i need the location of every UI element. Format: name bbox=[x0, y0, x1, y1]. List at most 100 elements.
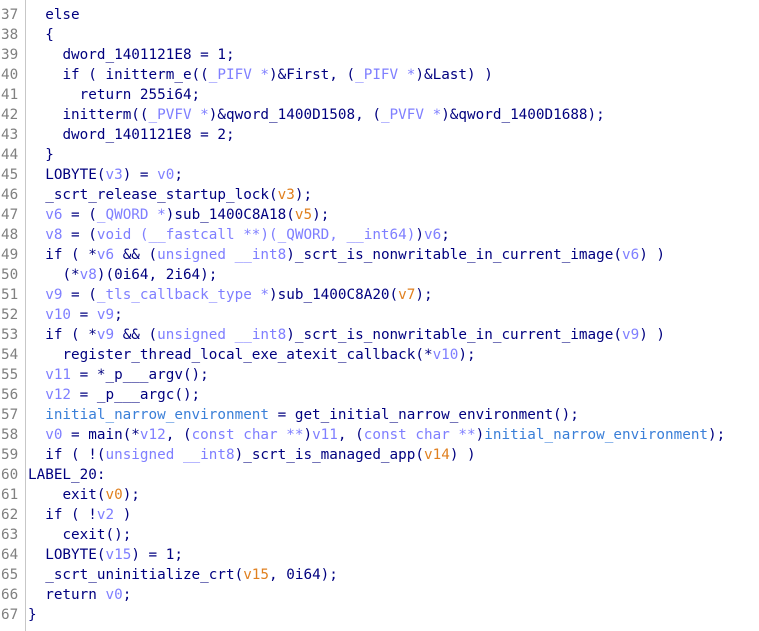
code-line[interactable]: 41 return 255i64; bbox=[0, 85, 759, 105]
code-token[interactable]: unsigned __int8 bbox=[157, 327, 286, 343]
code-line[interactable]: 59 if ( !(unsigned __int8)_scrt_is_manag… bbox=[0, 445, 759, 465]
code-line[interactable]: 65 _scrt_uninitialize_crt(v15, 0i64); bbox=[0, 565, 759, 585]
code-token[interactable]: v6 bbox=[97, 247, 114, 263]
code-token[interactable]: initial_narrow_environment bbox=[45, 407, 269, 423]
code-line[interactable]: 58 v0 = main(*v12, (const char **)v11, (… bbox=[0, 425, 759, 445]
code-token: ; bbox=[122, 587, 132, 603]
code-token[interactable]: v6 bbox=[622, 247, 639, 263]
code-token: if ( * bbox=[45, 247, 97, 263]
code-token[interactable]: v11 bbox=[312, 427, 338, 443]
code-token[interactable]: v3 bbox=[278, 187, 295, 203]
code-token[interactable]: v9 bbox=[97, 327, 114, 343]
code-line[interactable]: 51 v9 = (_tls_callback_type *)sub_1400C8… bbox=[0, 285, 759, 305]
code-line[interactable]: 49 if ( *v6 && (unsigned __int8)_scrt_is… bbox=[0, 245, 759, 265]
code-line[interactable]: 56 v12 = _p___argc(); bbox=[0, 385, 759, 405]
code-line[interactable]: 44 } bbox=[0, 145, 759, 165]
code-line[interactable]: 61 exit(v0); bbox=[0, 485, 759, 505]
code-line[interactable]: 60 LABEL_20: bbox=[0, 465, 759, 485]
code-token[interactable]: _QWORD * bbox=[97, 207, 166, 223]
code-line[interactable]: 64 LOBYTE(v15) = 1; bbox=[0, 545, 759, 565]
code-line[interactable]: 66 return v0; bbox=[0, 585, 759, 605]
code-token: ); bbox=[294, 187, 313, 203]
code-token: return bbox=[45, 587, 106, 603]
code-text: v10 = v9; bbox=[28, 305, 122, 325]
code-token[interactable]: v15 bbox=[243, 567, 269, 583]
code-token[interactable]: v5 bbox=[295, 207, 312, 223]
code-line[interactable]: 54 register_thread_local_exe_atexit_call… bbox=[0, 345, 759, 365]
code-token[interactable]: v14 bbox=[424, 447, 450, 463]
line-number: 49 bbox=[1, 247, 19, 263]
code-token[interactable]: _PVFV * bbox=[381, 107, 441, 123]
code-token[interactable]: v7 bbox=[398, 287, 415, 303]
code-line[interactable]: 55 v11 = *_p___argv(); bbox=[0, 365, 759, 385]
code-token[interactable]: v8 bbox=[45, 227, 62, 243]
code-token[interactable]: v6 bbox=[424, 227, 441, 243]
code-line[interactable]: 63 cexit(); bbox=[0, 525, 759, 545]
code-line[interactable]: 52 v10 = v9; bbox=[0, 305, 759, 325]
code-token[interactable]: unsigned __int8 bbox=[105, 447, 234, 463]
code-line[interactable]: 47 v6 = (_QWORD *)sub_1400C8A18(v5); bbox=[0, 205, 759, 225]
code-text: v8 = (void (__fastcall **)(_QWORD, __int… bbox=[28, 225, 450, 245]
code-line[interactable]: 46 _scrt_release_startup_lock(v3); bbox=[0, 185, 759, 205]
code-token[interactable]: v12 bbox=[45, 387, 71, 403]
code-text: LOBYTE(v3) = v0; bbox=[28, 165, 183, 185]
code-line[interactable]: 42 initterm((_PVFV *)&qword_1400D1508, (… bbox=[0, 105, 759, 125]
code-listing[interactable]: 37 else 38 {39 dword_1401121E8 = 1; 40 if … bbox=[0, 5, 759, 625]
code-text: dword_1401121E8 = 2; bbox=[28, 125, 234, 145]
code-line[interactable]: 40 if ( initterm_e((_PIFV *)&First, (_PI… bbox=[0, 65, 759, 85]
code-token: )&Last) ) bbox=[415, 67, 493, 83]
code-line[interactable]: 50 (*v8)(0i64, 2i64); bbox=[0, 265, 759, 285]
code-token[interactable]: v3 bbox=[105, 167, 122, 183]
code-token[interactable]: void (__fastcall **)(_QWORD, __int64) bbox=[97, 227, 415, 243]
code-token[interactable]: _PIFV * bbox=[355, 67, 415, 83]
line-number: 39 bbox=[1, 47, 19, 63]
line-number: 53 bbox=[1, 327, 19, 343]
code-token: , 0i64); bbox=[269, 567, 338, 583]
code-line[interactable]: 38 { bbox=[0, 25, 759, 45]
code-token[interactable]: v12 bbox=[140, 427, 166, 443]
code-token: , ( bbox=[337, 427, 364, 443]
code-token[interactable]: v0 bbox=[105, 587, 122, 603]
code-token[interactable]: v10 bbox=[45, 307, 71, 323]
code-line[interactable]: 37 else bbox=[0, 5, 759, 25]
code-token[interactable]: v10 bbox=[433, 347, 459, 363]
code-token[interactable]: initial_narrow_environment bbox=[484, 427, 708, 443]
code-line[interactable]: 53 if ( *v9 && (unsigned __int8)_scrt_is… bbox=[0, 325, 759, 345]
code-line[interactable]: 45 LOBYTE(v3) = v0; bbox=[0, 165, 759, 185]
code-token: )_scrt_is_managed_app( bbox=[234, 447, 424, 463]
code-token: { bbox=[45, 27, 54, 43]
code-token[interactable]: v15 bbox=[105, 547, 131, 563]
code-line[interactable]: 39 dword_1401121E8 = 1; bbox=[0, 45, 759, 65]
code-line[interactable]: 62 if ( !v2 ) bbox=[0, 505, 759, 525]
code-token: )&qword_1400D1688); bbox=[441, 107, 605, 123]
code-line[interactable]: 67} bbox=[0, 605, 759, 625]
code-token[interactable]: v6 bbox=[45, 207, 62, 223]
code-token[interactable]: v11 bbox=[45, 367, 71, 383]
code-token: return 255i64; bbox=[79, 87, 201, 103]
line-number: 47 bbox=[1, 207, 19, 223]
code-token[interactable]: unsigned __int8 bbox=[157, 247, 286, 263]
code-token[interactable]: const char ** bbox=[192, 427, 304, 443]
code-token: } bbox=[45, 147, 54, 163]
code-token[interactable]: const char ** bbox=[364, 427, 476, 443]
code-line[interactable]: 48 v8 = (void (__fastcall **)(_QWORD, __… bbox=[0, 225, 759, 245]
code-token[interactable]: v2 bbox=[97, 507, 114, 523]
code-token[interactable]: v9 bbox=[97, 307, 114, 323]
code-token[interactable]: v9 bbox=[622, 327, 639, 343]
code-token: ); bbox=[458, 347, 476, 363]
code-token[interactable]: v8 bbox=[80, 267, 97, 283]
code-token[interactable]: _tls_callback_type * bbox=[97, 287, 269, 303]
code-token: _scrt_release_startup_lock( bbox=[45, 187, 278, 203]
code-token: && ( bbox=[114, 327, 158, 343]
code-text: { bbox=[28, 25, 54, 45]
code-token: = get_initial_narrow_environment(); bbox=[269, 407, 579, 423]
code-line[interactable]: 57 initial_narrow_environment = get_init… bbox=[0, 405, 759, 425]
code-line[interactable]: 43 dword_1401121E8 = 2; bbox=[0, 125, 759, 145]
code-token[interactable]: v0 bbox=[157, 167, 174, 183]
code-token[interactable]: v0 bbox=[45, 427, 62, 443]
code-token[interactable]: _PIFV * bbox=[209, 67, 269, 83]
line-number: 60 bbox=[1, 467, 19, 483]
code-token[interactable]: v0 bbox=[105, 487, 122, 503]
code-token[interactable]: _PVFV * bbox=[149, 107, 209, 123]
code-token[interactable]: v9 bbox=[45, 287, 62, 303]
